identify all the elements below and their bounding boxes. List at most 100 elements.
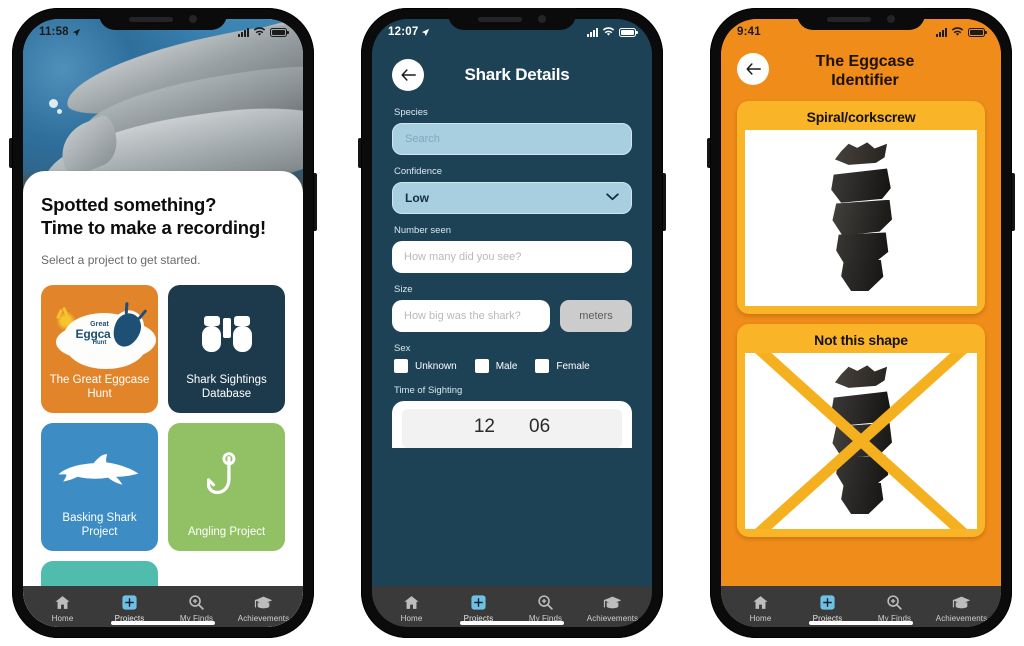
sex-options: Unknown Male Female xyxy=(394,359,632,373)
location-arrow-icon xyxy=(422,28,430,36)
confidence-select[interactable]: Low xyxy=(392,182,632,214)
home-indicator[interactable] xyxy=(111,621,215,625)
home-indicator[interactable] xyxy=(460,621,564,625)
project-tile-angling-project[interactable]: Angling Project xyxy=(168,423,285,552)
time-of-sighting-label: Time of Sighting xyxy=(394,385,463,396)
front-camera xyxy=(538,15,546,23)
number-seen-label: Number seen xyxy=(394,225,452,236)
front-camera xyxy=(189,15,197,23)
checkbox[interactable] xyxy=(394,359,408,373)
size-placeholder: How big was the shark? xyxy=(404,310,521,322)
earpiece-speaker xyxy=(129,16,173,22)
page-title-line-2: Identifier xyxy=(831,71,899,89)
time-minutes[interactable]: 06 xyxy=(529,416,550,438)
home-icon xyxy=(54,592,71,612)
sex-option-unknown[interactable]: Unknown xyxy=(394,359,457,373)
checkbox[interactable] xyxy=(535,359,550,373)
status-time-group: 11:58 xyxy=(39,26,81,38)
tile-artwork xyxy=(47,433,152,510)
number-seen-input[interactable]: How many did you see? xyxy=(392,241,632,273)
home-icon xyxy=(403,592,420,612)
card-caption: Spiral/corkscrew xyxy=(806,108,916,125)
time-picker[interactable]: 12 06 xyxy=(392,401,632,448)
shark-details-form: Shark Details Species Search Confidence … xyxy=(372,45,652,586)
project-tile-label: Basking Shark Project xyxy=(62,511,137,538)
back-arrow-icon xyxy=(401,69,416,81)
sex-label: Sex xyxy=(394,343,411,354)
time-hours[interactable]: 12 xyxy=(474,416,495,438)
tab-achievements[interactable]: Achievements xyxy=(579,592,646,623)
card-caption: Not this shape xyxy=(814,331,908,348)
tab-my-finds[interactable]: My Finds xyxy=(163,592,230,623)
species-search-input[interactable]: Search xyxy=(392,123,632,155)
tab-label: Home xyxy=(51,614,74,623)
bottom-tab-bar: Home Projects My Finds Achievements xyxy=(372,586,652,627)
eggcase-card-spiral[interactable]: Spiral/corkscrew xyxy=(737,100,985,314)
project-tile-basking-shark-project[interactable]: Basking Shark Project xyxy=(41,423,158,552)
tab-achievements[interactable]: Achievements xyxy=(928,592,995,623)
sex-option-male[interactable]: Male xyxy=(474,359,518,373)
checkbox-label: Male xyxy=(495,360,518,372)
cellular-signal-icon xyxy=(238,27,249,37)
home-indicator[interactable] xyxy=(809,621,913,625)
size-unit-button[interactable]: meters xyxy=(560,300,632,332)
sex-option-female[interactable]: Female xyxy=(535,359,590,373)
checkbox[interactable] xyxy=(474,359,489,373)
page-title-line-1: The Eggcase xyxy=(815,53,915,70)
tab-label: Achievements xyxy=(237,614,290,623)
tab-home[interactable]: Home xyxy=(727,592,794,623)
battery-icon xyxy=(968,27,987,37)
wifi-icon xyxy=(253,27,266,36)
tab-projects[interactable]: Projects xyxy=(96,592,163,623)
cellular-signal-icon xyxy=(936,27,947,37)
sheet-subtitle: Select a project to get started. xyxy=(41,253,201,268)
project-tile-shark-sightings-database[interactable]: Shark Sightings Database xyxy=(168,285,285,414)
size-label: Size xyxy=(394,284,413,295)
tab-my-finds[interactable]: My Finds xyxy=(861,592,928,623)
phone-notch xyxy=(448,8,576,30)
bottom-tab-bar: Home Projects My Finds Achievements xyxy=(721,586,1001,627)
project-tile-label: Angling Project xyxy=(187,525,266,538)
page-title: Shark Details xyxy=(464,65,570,84)
wifi-icon xyxy=(602,27,615,36)
back-button[interactable] xyxy=(737,53,769,85)
plus-square-icon xyxy=(121,592,138,612)
tab-home[interactable]: Home xyxy=(378,592,445,623)
location-arrow-icon xyxy=(72,28,80,36)
plus-square-icon xyxy=(470,592,487,612)
eggcase-card-not-this-shape[interactable]: Not this shape xyxy=(737,323,985,537)
tab-projects[interactable]: Projects xyxy=(445,592,512,623)
binoculars-icon xyxy=(201,315,252,352)
page-header: The Eggcase Identifier xyxy=(737,45,985,101)
tile-artwork xyxy=(174,433,279,525)
project-tile-great-eggcase-hunt[interactable]: Great Eggcase Hunt The Great Eggcase Hun… xyxy=(41,285,158,414)
tab-home[interactable]: Home xyxy=(29,592,96,623)
number-seen-placeholder: How many did you see? xyxy=(404,251,522,263)
bubble xyxy=(57,109,62,114)
home-icon xyxy=(752,592,769,612)
tab-achievements[interactable]: Achievements xyxy=(230,592,297,623)
wifi-icon xyxy=(951,27,964,36)
status-time-group: 12:07 xyxy=(388,26,430,38)
front-camera xyxy=(887,15,895,23)
checkbox-label: Female xyxy=(556,360,590,372)
phone-notch xyxy=(99,8,227,30)
size-input[interactable]: How big was the shark? xyxy=(392,300,550,332)
phone-3-eggcase-identifier: 9:41 The Eggcase Identifier Spiral/corks… xyxy=(707,8,1015,638)
eggcase-identifier-content: The Eggcase Identifier Spiral/corkscrew … xyxy=(721,45,1001,586)
earpiece-speaker xyxy=(478,16,522,22)
tab-projects[interactable]: Projects xyxy=(794,592,861,623)
eggcase-photo xyxy=(745,129,977,306)
tab-label: Achievements xyxy=(586,614,639,623)
back-button[interactable] xyxy=(392,59,424,91)
checkbox-label: Unknown xyxy=(415,360,457,372)
sheet-heading: Spotted something? Time to make a record… xyxy=(41,193,285,239)
species-label: Species xyxy=(394,107,428,118)
battery-icon xyxy=(270,27,289,37)
earpiece-speaker xyxy=(827,16,871,22)
tab-my-finds[interactable]: My Finds xyxy=(512,592,579,623)
great-eggcase-hunt-logo: Great Eggcase Hunt xyxy=(54,307,146,361)
page-title: The Eggcase Identifier xyxy=(777,53,953,91)
confidence-value: Low xyxy=(405,191,429,205)
status-time: 9:41 xyxy=(737,26,761,38)
